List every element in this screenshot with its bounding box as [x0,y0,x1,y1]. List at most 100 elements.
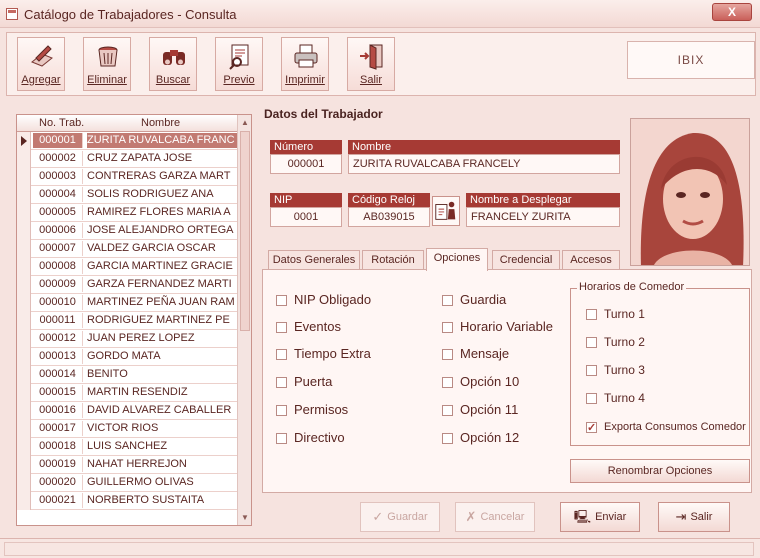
renombrar-opciones-button[interactable]: Renombrar Opciones [570,459,750,483]
cell-no-trab: 000010 [33,295,83,310]
table-row[interactable]: 000009 GARZA FERNANDEZ MARTI [17,276,237,294]
checkbox-icon[interactable] [442,377,453,388]
cancelar-button[interactable]: ✗ Cancelar [455,502,535,532]
guardar-button[interactable]: ✓ Guardar [360,502,440,532]
chk-opcion-11[interactable]: Opción 11 [442,402,518,418]
nip-field[interactable]: 0001 [270,207,342,227]
checkbox-icon[interactable] [586,337,597,348]
table-row[interactable]: 000006 JOSE ALEJANDRO ORTEGA [17,222,237,240]
row-indicator [17,258,31,276]
tab-datos-generales[interactable]: Datos Generales [268,250,360,270]
nombre-field[interactable]: ZURITA RUVALCABA FRANCELY [348,154,620,174]
previo-button[interactable]: Previo [215,37,263,91]
table-row[interactable]: 000003 CONTRERAS GARZA MART [17,168,237,186]
checkbox-icon[interactable] [442,322,453,333]
worker-photo [630,118,750,266]
tab-strip: Datos Generales Rotación Opciones Creden… [268,248,628,271]
cell-nombre: CONTRERAS GARZA MART [87,170,231,182]
buscar-label: Buscar [155,74,191,86]
chk-opcion-12[interactable]: Opción 12 [442,430,519,446]
close-window-button[interactable]: X [712,3,752,21]
table-row[interactable]: 000010 MARTINEZ PEÑA JUAN RAM [17,294,237,312]
chk-directivo[interactable]: Directivo [276,430,345,446]
buscar-button[interactable]: Buscar [149,37,197,91]
chk-guardia[interactable]: Guardia [442,292,506,308]
cell-nombre: GARCIA MARTINEZ GRACIE [87,260,233,272]
chk-turno-2[interactable]: Turno 2 [586,334,645,350]
table-row[interactable]: 000018 LUIS SANCHEZ [17,438,237,456]
scroll-down-icon[interactable]: ▼ [241,513,249,522]
table-row[interactable]: 000019 NAHAT HERREJON [17,456,237,474]
row-indicator [17,438,31,456]
chk-horario-variable[interactable]: Horario Variable [442,319,553,335]
table-row[interactable]: 000014 BENITO [17,366,237,384]
checkbox-icon[interactable] [276,349,287,360]
checkbox-icon[interactable] [586,309,597,320]
table-row[interactable]: 000005 RAMIREZ FLORES MARIA A [17,204,237,222]
checkbox-icon[interactable] [276,405,287,416]
cell-nombre: NAHAT HERREJON [87,458,187,470]
table-row[interactable]: 000012 JUAN PEREZ LOPEZ [17,330,237,348]
cell-nombre: GUILLERMO OLIVAS [87,476,194,488]
table-row[interactable]: 000007 VALDEZ GARCIA OSCAR [17,240,237,258]
table-row[interactable]: 000015 MARTIN RESENDIZ [17,384,237,402]
chk-puerta[interactable]: Puerta [276,374,332,390]
checkbox-checked-icon[interactable] [586,420,597,436]
cell-no-trab: 000017 [33,421,83,436]
table-row[interactable]: 000013 GORDO MATA [17,348,237,366]
nombre-desplegar-field[interactable]: FRANCELY ZURITA [466,207,620,227]
checkbox-icon[interactable] [276,433,287,444]
exit-door-icon [360,44,383,70]
table-row[interactable]: 000008 GARCIA MARTINEZ GRACIE [17,258,237,276]
checkbox-icon[interactable] [442,295,453,306]
table-row[interactable]: 000017 VICTOR RIOS [17,420,237,438]
chk-nip-obligado[interactable]: NIP Obligado [276,292,371,308]
chk-tiempo-extra[interactable]: Tiempo Extra [276,346,371,362]
chk-mensaje[interactable]: Mensaje [442,346,509,362]
tab-accesos[interactable]: Accesos [562,250,620,270]
cell-no-trab: 000021 [33,493,83,508]
salir-button[interactable]: ⇥ Salir [658,502,730,532]
table-row[interactable]: 000020 GUILLERMO OLIVAS [17,474,237,492]
numero-field[interactable]: 000001 [270,154,342,174]
checkbox-icon[interactable] [276,322,287,333]
checkbox-icon[interactable] [276,295,287,306]
checkbox-icon[interactable] [442,349,453,360]
chk-exporta-consumos[interactable]: Exporta Consumos Comedor [586,419,746,436]
table-row[interactable]: 000016 DAVID ALVAREZ CABALLER [17,402,237,420]
checkbox-icon[interactable] [442,433,453,444]
table-row[interactable]: 000002 CRUZ ZAPATA JOSE [17,150,237,168]
enviar-button[interactable]: 🖳 Enviar [560,502,640,532]
col-header-no-trab[interactable]: No. Trab. [39,117,84,129]
chk-permisos[interactable]: Permisos [276,402,348,418]
eliminar-button[interactable]: Eliminar [83,37,131,91]
chk-eventos[interactable]: Eventos [276,319,341,335]
chk-turno-1[interactable]: Turno 1 [586,306,645,322]
checkbox-icon[interactable] [276,377,287,388]
chk-turno-3[interactable]: Turno 3 [586,362,645,378]
table-row[interactable]: 000021 NORBERTO SUSTAITA [17,492,237,510]
clock-reader-button[interactable] [432,196,460,226]
grid-scrollbar[interactable]: ▲ ▼ [237,115,251,525]
checkbox-icon[interactable] [442,405,453,416]
scroll-up-icon[interactable]: ▲ [241,118,249,127]
row-indicator [17,168,31,186]
salir-toolbar-button[interactable]: Salir [347,37,395,91]
table-row[interactable]: 000001 ZURITA RUVALCABA FRANC [17,132,237,150]
chk-opcion-10[interactable]: Opción 10 [442,374,519,390]
scroll-thumb[interactable] [240,131,250,331]
imprimir-button[interactable]: Imprimir [281,37,329,91]
workers-grid[interactable]: No. Trab. Nombre 000001 ZURITA RUVALCABA … [16,114,252,526]
checkbox-icon[interactable] [586,393,597,404]
tab-rotacion[interactable]: Rotación [362,250,424,270]
tab-opciones[interactable]: Opciones [426,248,488,271]
row-indicator [17,330,31,348]
col-header-nombre[interactable]: Nombre [141,117,180,129]
chk-turno-4[interactable]: Turno 4 [586,390,645,406]
table-row[interactable]: 000004 SOLIS RODRIGUEZ ANA [17,186,237,204]
codigo-reloj-field[interactable]: AB039015 [348,207,430,227]
checkbox-icon[interactable] [586,365,597,376]
agregar-button[interactable]: Agregar [17,37,65,91]
tab-credencial[interactable]: Credencial [492,250,560,270]
table-row[interactable]: 000011 RODRIGUEZ MARTINEZ PE [17,312,237,330]
